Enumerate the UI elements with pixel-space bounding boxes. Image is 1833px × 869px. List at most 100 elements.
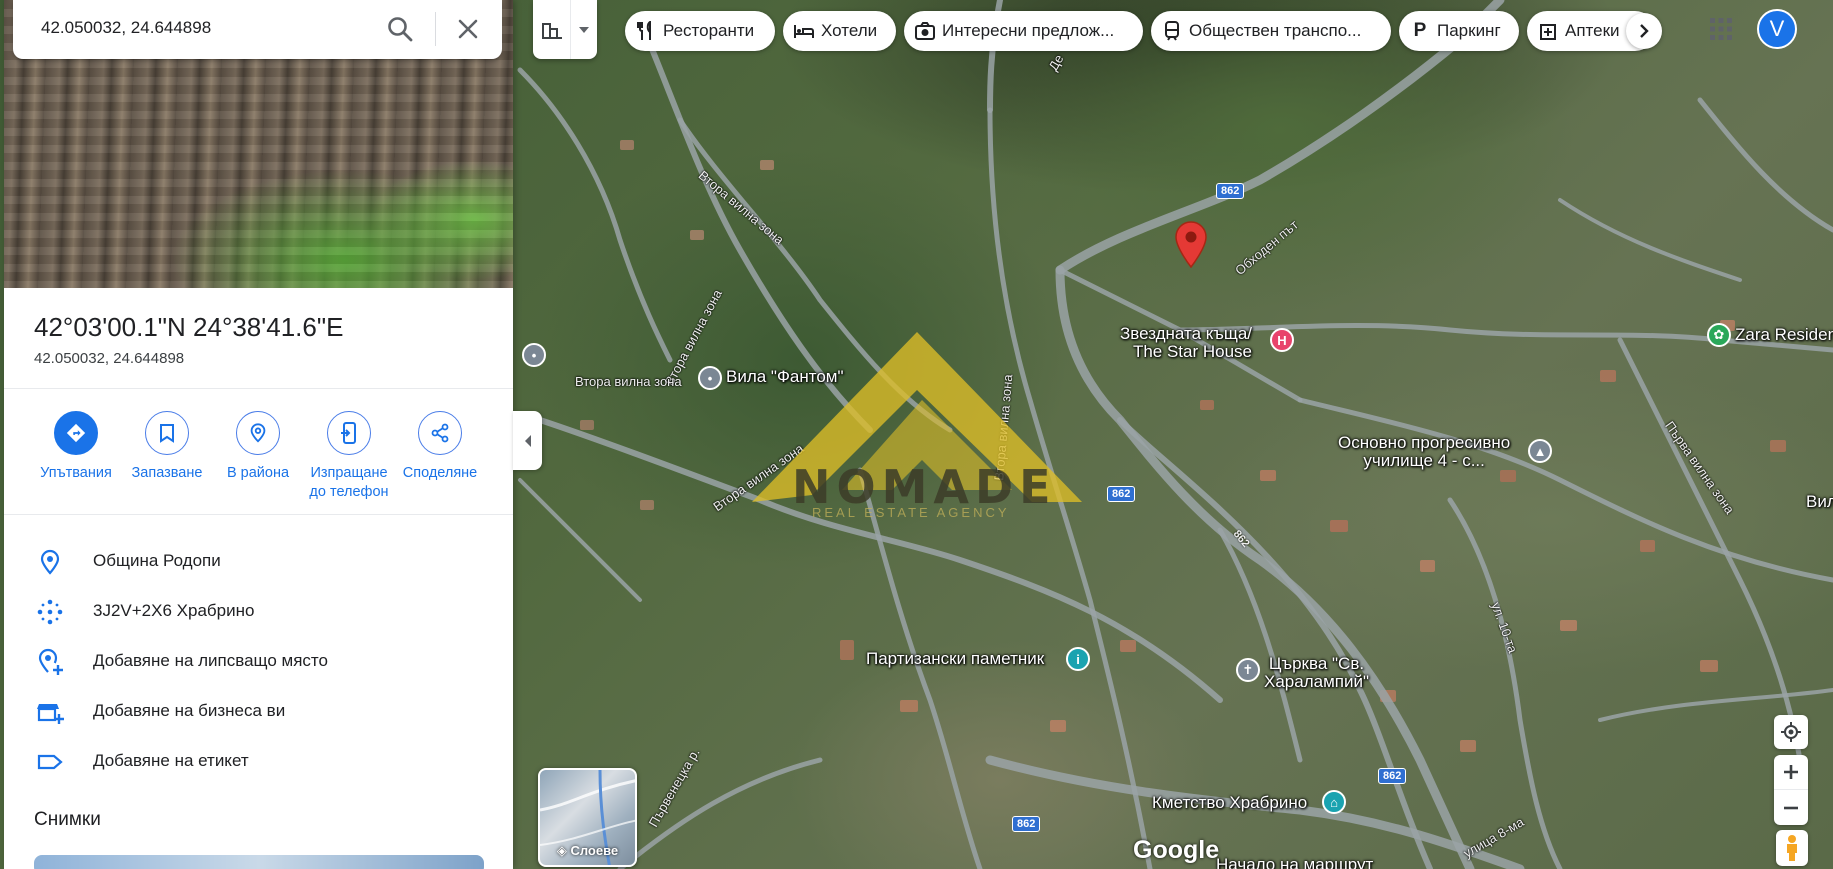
layers-button[interactable]: ◈ Слоеве (538, 768, 637, 867)
layers-label-row: ◈ Слоеве (540, 843, 635, 859)
road-number-badge: 862 (1107, 486, 1136, 502)
action-label: Запазване (131, 465, 203, 481)
transit-icon (1161, 20, 1183, 42)
my-location-icon (1781, 722, 1801, 742)
search-icon[interactable] (385, 14, 415, 44)
hotel-icon (793, 20, 815, 42)
hotel-poi-icon[interactable]: H (1270, 328, 1294, 352)
share-icon (418, 411, 462, 455)
zoom-in-button[interactable] (1774, 755, 1808, 790)
poi-label-vila-fantom[interactable]: Вила "Фантом" (726, 368, 844, 386)
add-business-icon (37, 704, 64, 724)
building-mode-icon[interactable] (533, 0, 571, 59)
poi-label-vil[interactable]: Вил (1806, 493, 1833, 511)
poi-label-partisan-monument[interactable]: Партизански паметник (866, 650, 1044, 668)
google-apps-icon[interactable] (1706, 14, 1736, 44)
dropped-pin-icon[interactable] (1174, 220, 1208, 268)
plus-code-icon (37, 599, 63, 625)
layers-stack-icon: ◈ (556, 843, 571, 858)
chevron-left-icon (524, 434, 531, 447)
info-row-add-label[interactable]: Добавяне на етикет (4, 738, 513, 784)
zoom-out-button[interactable] (1774, 790, 1808, 825)
map-mode-toggle[interactable] (533, 0, 597, 59)
poi-pin-icon[interactable]: • (698, 366, 722, 390)
chip-attractions[interactable]: Интересни предлож... (904, 11, 1143, 51)
chip-hotels[interactable]: Хотели (783, 11, 896, 51)
monument-poi-icon[interactable]: i (1066, 647, 1090, 671)
info-text: Добавяне на бизнеса ви (93, 701, 286, 720)
action-label: В района (226, 465, 290, 481)
chevron-right-icon (1640, 24, 1649, 38)
poi-label-mayor-office[interactable]: Кметство Храбрино (1152, 794, 1307, 812)
chip-parking[interactable]: P Паркинг (1399, 11, 1519, 51)
divider (4, 514, 513, 515)
info-text: Община Родопи (93, 551, 221, 570)
poi-label-church[interactable]: Църква "Св. Харалампий" (1264, 655, 1369, 691)
chip-label: Обществен транспо... (1189, 21, 1362, 40)
location-pin-icon (40, 549, 60, 575)
school-poi-icon[interactable]: ▲ (1528, 439, 1552, 463)
layers-label: Слоеве (570, 843, 619, 858)
info-row-add-place[interactable]: Добавяне на липсващо място (4, 638, 513, 684)
chip-label: Аптеки (1565, 21, 1620, 40)
pegman-icon (1787, 835, 1797, 861)
dropdown-arrow-icon[interactable] (571, 0, 597, 59)
search-input[interactable] (41, 18, 361, 38)
road-label: Втора вилна зона (575, 374, 682, 389)
action-label: Изпращане до телефон (309, 465, 389, 500)
place-side-panel: 42°03'00.1"N 24°38'41.6"E 42.050032, 24.… (4, 0, 513, 869)
chip-label: Хотели (821, 21, 878, 40)
collapse-panel-button[interactable] (513, 411, 542, 470)
divider (435, 12, 436, 46)
zoom-controls (1774, 755, 1808, 825)
nearby-icon (236, 411, 280, 455)
account-avatar[interactable]: V (1757, 9, 1797, 49)
send-to-phone-icon (327, 411, 371, 455)
restaurant-icon (635, 20, 657, 42)
chips-scroll-right-button[interactable] (1626, 13, 1662, 49)
photos-section-title: Снимки (34, 809, 101, 830)
street-view-pegman[interactable] (1776, 830, 1808, 866)
chip-label: Паркинг (1437, 21, 1501, 40)
google-logo: Google (1133, 836, 1220, 864)
my-location-button[interactable] (1774, 715, 1808, 749)
parking-icon: P (1413, 20, 1427, 41)
poi-pin-icon[interactable]: • (522, 343, 546, 367)
save-button[interactable]: Запазване (121, 411, 213, 483)
pharmacy-icon (1537, 20, 1559, 42)
photos-thumbnail[interactable] (34, 855, 484, 869)
add-place-icon (38, 648, 63, 675)
info-text: 3J2V+2X6 Храбрино (93, 601, 255, 620)
send-to-phone-button[interactable]: Изпращане до телефон (303, 411, 395, 502)
share-button[interactable]: Споделяне (394, 411, 486, 483)
chip-label: Ресторанти (663, 21, 755, 40)
government-poi-icon[interactable]: ⌂ (1322, 790, 1346, 814)
residence-poi-icon[interactable]: ✿ (1707, 323, 1731, 347)
road-number-badge: 862 (1216, 183, 1245, 199)
road-number-badge: 862 (1012, 816, 1041, 832)
plus-icon (1784, 765, 1798, 779)
poi-label-star-house[interactable]: Звездната къща/ The Star House (1120, 325, 1252, 361)
divider (4, 388, 513, 389)
camera-icon (914, 20, 936, 42)
poi-label-school[interactable]: Основно прогресивно училище 4 - с... (1338, 434, 1510, 470)
info-row-municipality[interactable]: Община Родопи (4, 538, 513, 584)
poi-label-start-route[interactable]: Начало на маршрут (1216, 856, 1373, 869)
directions-icon (54, 411, 98, 455)
chip-restaurants[interactable]: Ресторанти (625, 11, 775, 51)
poi-label-zara[interactable]: Zara Residen (1735, 326, 1833, 344)
chip-transit[interactable]: Обществен транспо... (1151, 11, 1391, 51)
close-icon[interactable] (453, 14, 483, 44)
church-poi-icon[interactable]: ✝ (1236, 658, 1260, 682)
directions-button[interactable]: Упътвания (30, 411, 122, 483)
chip-label: Интересни предлож... (942, 21, 1115, 40)
bookmark-icon (145, 411, 189, 455)
info-row-add-business[interactable]: Добавяне на бизнеса ви (4, 688, 513, 734)
nearby-button[interactable]: В района (212, 411, 304, 483)
action-label: Упътвания (40, 465, 112, 481)
info-row-plus-code[interactable]: 3J2V+2X6 Храбрино (4, 588, 513, 634)
place-subtitle: 42.050032, 24.644898 (34, 350, 185, 367)
info-text: Добавяне на липсващо място (93, 651, 328, 670)
road-number-badge: 862 (1378, 768, 1407, 784)
place-title: 42°03'00.1"N 24°38'41.6"E (34, 312, 344, 342)
